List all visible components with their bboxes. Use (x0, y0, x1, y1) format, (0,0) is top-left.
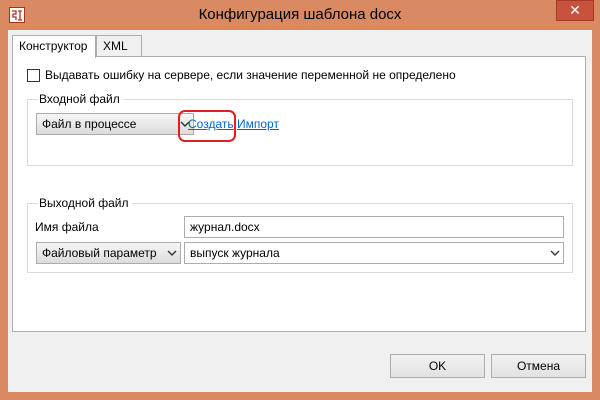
tab-constructor[interactable]: Конструктор (12, 35, 96, 58)
input-file-group: Входной файл Файл в процессе Создать Имп… (27, 92, 573, 166)
output-file-group: Выходной файл Имя файла журнал.docx Файл… (27, 196, 573, 273)
title-bar[interactable]: Конфигурация шаблона docx ✕ (0, 0, 600, 30)
cancel-button[interactable]: Отмена (491, 354, 586, 378)
chevron-down-icon (550, 250, 560, 256)
input-file-group-title: Входной файл (38, 92, 123, 106)
param-value-value: выпуск журнала (190, 246, 280, 260)
dialog-client-area: Конструктор XML Выдавать ошибку на серве… (8, 30, 592, 392)
error-on-undefined-checkbox[interactable] (27, 69, 40, 82)
filename-input[interactable]: журнал.docx (184, 216, 564, 238)
import-link[interactable]: Импорт (237, 117, 279, 131)
create-link-highlight (178, 110, 236, 142)
input-source-select[interactable]: Файл в процессе (36, 113, 194, 135)
param-type-select[interactable]: Файловый параметр (36, 242, 181, 264)
constructor-panel: Выдавать ошибку на сервере, если значени… (12, 56, 586, 332)
filename-label: Имя файла (35, 220, 99, 234)
chevron-down-icon (167, 250, 177, 256)
dialog-window: Конфигурация шаблона docx ✕ Конструктор … (0, 0, 600, 400)
filename-value: журнал.docx (190, 220, 260, 234)
param-type-value: Файловый параметр (42, 246, 157, 260)
error-on-undefined-label: Выдавать ошибку на сервере, если значени… (45, 68, 456, 82)
close-button[interactable]: ✕ (556, 0, 594, 21)
param-value-select[interactable]: выпуск журнала (184, 242, 564, 264)
window-title: Конфигурация шаблона docx (198, 6, 402, 23)
tab-xml[interactable]: XML (96, 35, 142, 56)
input-source-value: Файл в процессе (42, 117, 137, 131)
ok-button[interactable]: OK (390, 354, 485, 378)
output-file-group-title: Выходной файл (38, 196, 132, 210)
close-icon: ✕ (569, 2, 581, 18)
